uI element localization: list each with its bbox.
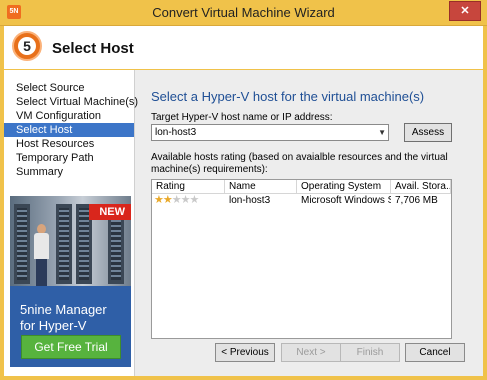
sidebar-item-temporary-path[interactable]: Temporary Path	[4, 151, 134, 165]
star-filled-icon: ★	[162, 194, 173, 206]
free-trial-button[interactable]: Get Free Trial	[21, 335, 121, 359]
promo-banner[interactable]: NEW 5nine Manager for Hyper-V Get Free T…	[10, 196, 131, 367]
previous-button[interactable]: < Previous	[215, 343, 275, 362]
datacenter-image: NEW	[10, 196, 131, 286]
step-badge: 5	[12, 31, 42, 61]
table-header: Rating Name Operating System Avail. Stor…	[152, 180, 451, 194]
cancel-button[interactable]: Cancel	[405, 343, 465, 362]
column-header-name[interactable]: Name	[225, 180, 297, 193]
sidebar-item-summary[interactable]: Summary	[4, 165, 134, 179]
main-pane: Select a Hyper-V host for the virtual ma…	[135, 70, 483, 376]
host-name-cell: lon-host3	[229, 195, 271, 206]
star-empty-icon: ★	[189, 194, 200, 206]
promo-text: 5nine Manager for Hyper-V	[20, 302, 107, 334]
host-dropdown[interactable]: lon-host3 ▼	[151, 124, 389, 141]
step-list: Select Source Select Virtual Machine(s) …	[4, 81, 138, 179]
finish-button[interactable]: Finish	[340, 343, 400, 362]
page-title: Select Host	[52, 40, 134, 57]
sidebar-item-select-vms[interactable]: Select Virtual Machine(s)	[4, 95, 138, 109]
promo-line-1: 5nine Manager	[20, 302, 107, 317]
hosts-table: Rating Name Operating System Avail. Stor…	[151, 179, 452, 339]
available-hosts-label: Available hosts rating (based on avaialb…	[151, 152, 448, 175]
person-image	[34, 224, 49, 286]
close-button[interactable]: ✕	[449, 1, 481, 21]
star-empty-icon: ★	[171, 194, 182, 206]
os-cell: Microsoft Windows S...	[301, 195, 391, 206]
wizard-sidebar: Select Source Select Virtual Machine(s) …	[4, 70, 138, 376]
promo-line-2: for Hyper-V	[20, 318, 87, 333]
title-bar: 5N Convert Virtual Machine Wizard ✕	[0, 0, 487, 26]
section-heading: Select a Hyper-V host for the virtual ma…	[151, 89, 425, 104]
new-badge: NEW	[89, 204, 131, 220]
star-filled-icon: ★	[154, 194, 164, 206]
rating-stars: ★★★★★	[152, 194, 225, 207]
sidebar-item-host-resources[interactable]: Host Resources	[4, 137, 134, 151]
assess-button[interactable]: Assess	[404, 123, 452, 142]
target-host-label: Target Hyper-V host name or IP address:	[151, 112, 333, 123]
column-header-storage[interactable]: Avail. Stora...	[391, 180, 451, 193]
next-button[interactable]: Next >	[281, 343, 341, 362]
table-row[interactable]: ★★★★★ lon-host3 Microsoft Windows S... 7…	[152, 194, 451, 207]
host-dropdown-value: lon-host3	[155, 127, 197, 138]
sidebar-item-vm-configuration[interactable]: VM Configuration	[4, 109, 134, 123]
sidebar-item-select-source[interactable]: Select Source	[4, 81, 134, 95]
wizard-header: 5 Select Host	[4, 26, 483, 69]
star-empty-icon: ★	[180, 194, 191, 206]
column-header-os[interactable]: Operating System	[297, 180, 391, 193]
sidebar-item-select-host[interactable]: Select Host	[4, 123, 134, 137]
column-header-rating[interactable]: Rating	[152, 180, 225, 193]
window-title: Convert Virtual Machine Wizard	[152, 5, 335, 20]
chevron-down-icon[interactable]: ▼	[378, 125, 386, 140]
storage-cell: 7,706 MB	[395, 195, 438, 206]
step-number: 5	[18, 37, 36, 55]
wizard-body: Select Source Select Virtual Machine(s) …	[4, 70, 483, 376]
